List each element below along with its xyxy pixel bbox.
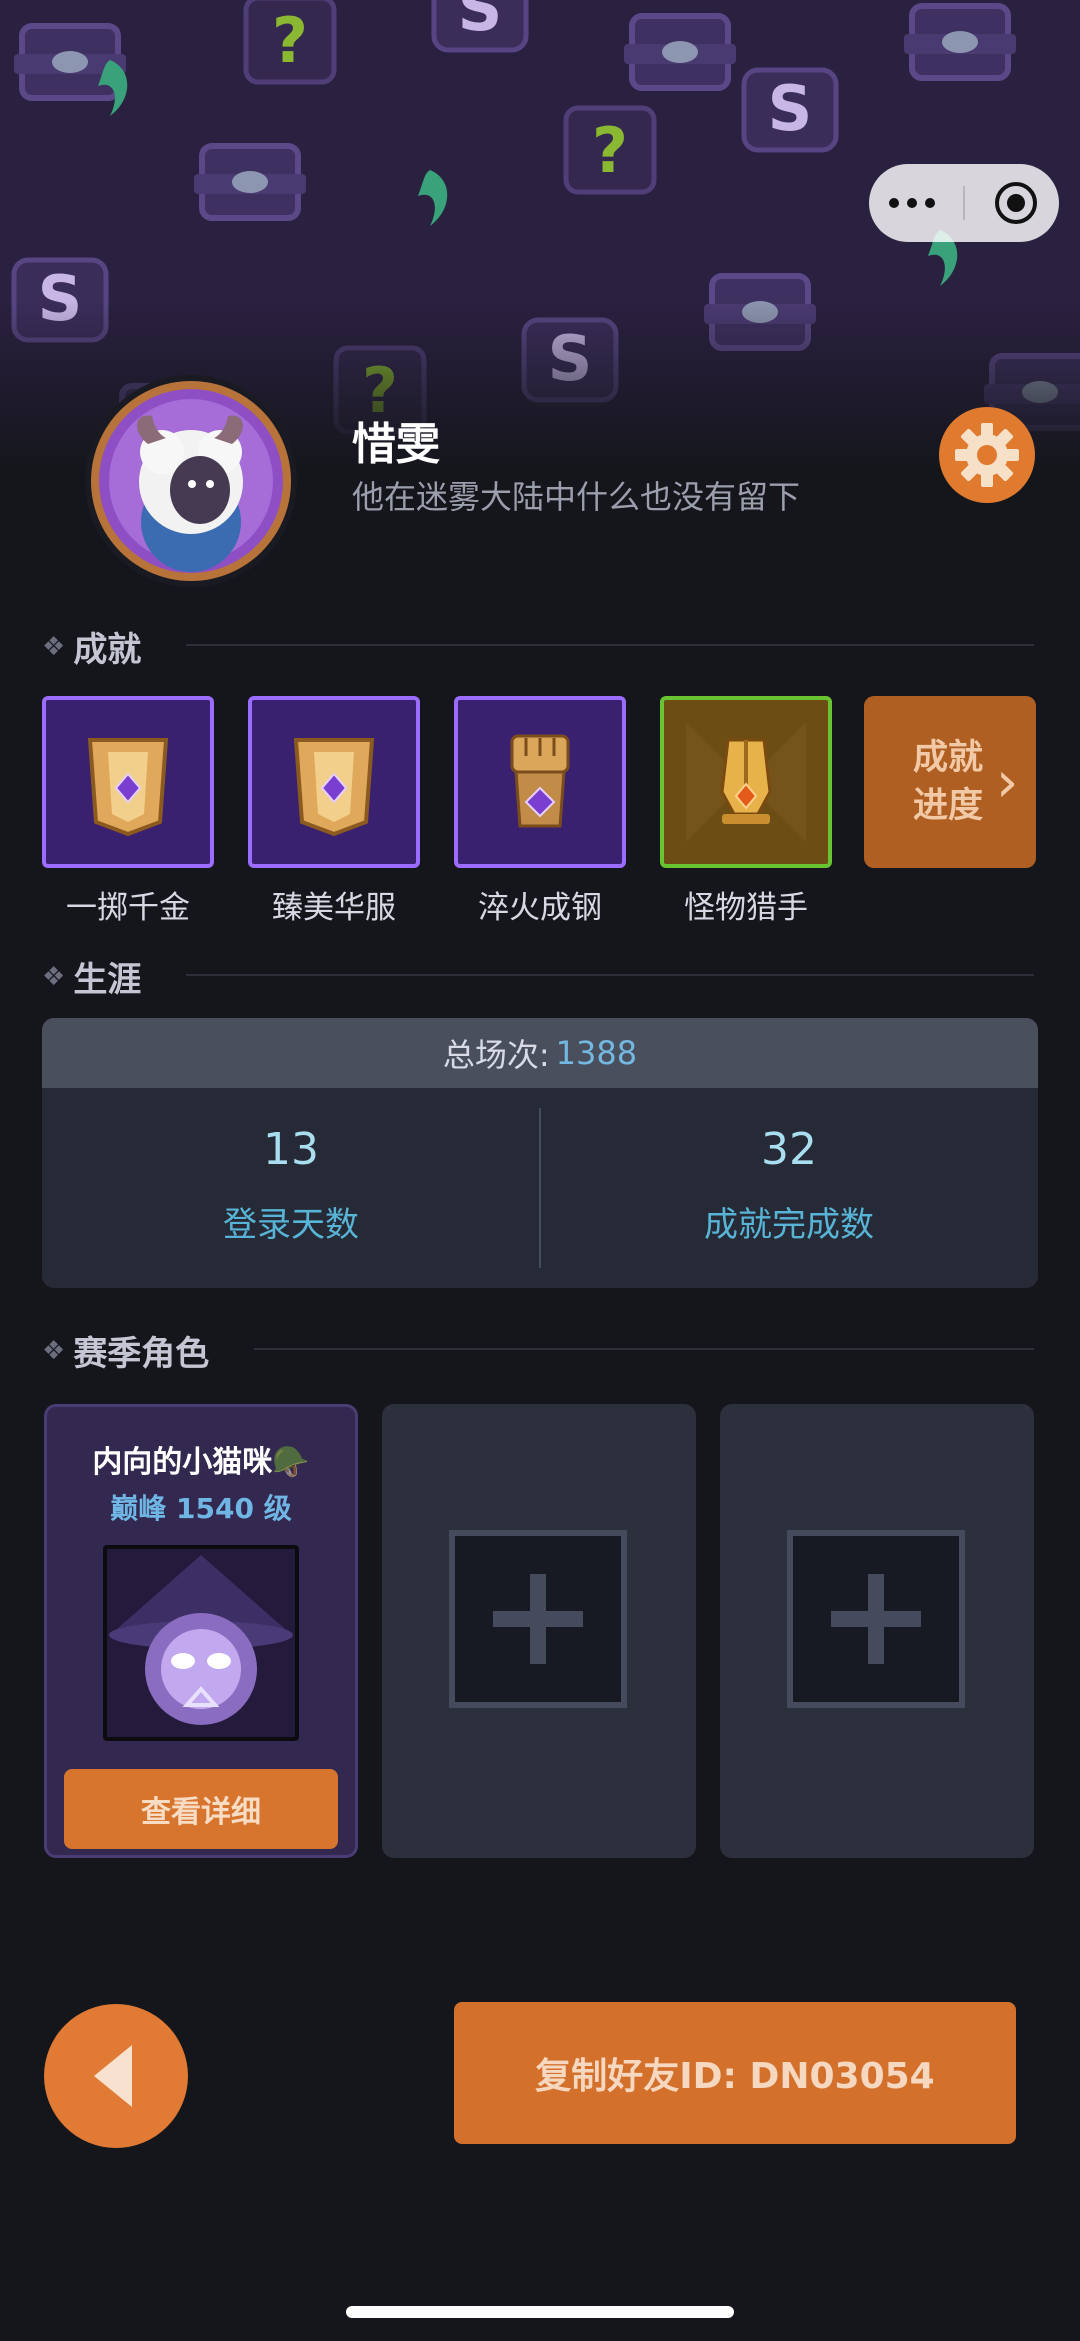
- back-arrow-icon: [94, 2045, 132, 2107]
- achievement-label: 淬火成钢: [478, 890, 602, 926]
- divider: [186, 644, 1034, 646]
- profile-name: 惜雯: [352, 419, 440, 470]
- diamond-icon: ❖: [42, 1335, 66, 1366]
- stat-login-days: 13 登录天数: [42, 1088, 540, 1246]
- achievement-item[interactable]: 怪物猎手: [660, 696, 832, 927]
- back-button[interactable]: [44, 2004, 188, 2148]
- career-stats-card: 总场次: 1388 13 登录天数 32 成就完成数: [42, 1018, 1038, 1288]
- diamond-icon: ❖: [42, 961, 66, 992]
- copy-friend-id-button[interactable]: 复制好友ID: DN03054: [454, 2002, 1016, 2144]
- empty-role-slot[interactable]: [720, 1404, 1034, 1858]
- achievement-item[interactable]: 淬火成钢: [454, 696, 626, 927]
- achievement-item[interactable]: 臻美华服: [248, 696, 420, 927]
- section-title: 赛季角色: [73, 1334, 210, 1374]
- stat-value: 32: [761, 1124, 817, 1175]
- plus-icon: [787, 1530, 965, 1708]
- view-details-button[interactable]: 查看详细: [64, 1769, 338, 1849]
- raised-fist-icon: [454, 696, 626, 868]
- achievement-progress-button[interactable]: 成就 进度 ›: [864, 696, 1036, 868]
- mini-program-capsule: [869, 164, 1059, 242]
- stat-achievements-completed: 32 成就完成数: [540, 1088, 1038, 1246]
- progress-label-line2: 进度: [912, 786, 983, 826]
- section-header-achievements: ❖ 成就: [42, 622, 141, 671]
- achievement-label: 怪物猎手: [684, 890, 808, 926]
- section-title: 成就: [73, 630, 142, 670]
- capsule-divider: [963, 186, 965, 220]
- role-level: 巅峰 1540 级: [110, 1492, 292, 1525]
- plus-icon: [449, 1530, 627, 1708]
- gear-icon[interactable]: [938, 406, 1036, 504]
- role-portrait: [103, 1545, 299, 1741]
- chevron-right-icon: ›: [996, 749, 1019, 815]
- stat-label: 成就完成数: [704, 1205, 874, 1245]
- stat-value: 13: [263, 1124, 319, 1175]
- role-name: 内向的小猫咪🪖: [92, 1445, 310, 1480]
- empty-role-slot[interactable]: [382, 1404, 696, 1858]
- home-indicator: [346, 2306, 734, 2318]
- stat-label: 登录天数: [223, 1205, 359, 1245]
- golden-banner-icon: [248, 696, 420, 868]
- more-dots-icon[interactable]: [877, 173, 947, 233]
- total-matches-label: 总场次:: [442, 1036, 550, 1074]
- achievement-label: 一掷千金: [66, 890, 190, 926]
- achievement-label: 臻美华服: [272, 890, 396, 926]
- section-title: 生涯: [73, 960, 142, 1000]
- golden-banner-icon: [42, 696, 214, 868]
- achievement-item[interactable]: 一掷千金: [42, 696, 214, 927]
- total-matches-value: 1388: [555, 1034, 638, 1072]
- section-header-season-roles: ❖ 赛季角色: [42, 1326, 209, 1375]
- golden-helmet-icon: [660, 696, 832, 868]
- mini-program-close-icon[interactable]: [981, 173, 1051, 233]
- divider: [186, 974, 1034, 976]
- diamond-icon: ❖: [42, 631, 66, 662]
- divider: [254, 1348, 1034, 1350]
- profile-bio: 他在迷雾大陆中什么也没有留下: [352, 478, 801, 516]
- section-header-career: ❖ 生涯: [42, 952, 141, 1001]
- progress-label-line1: 成就: [912, 738, 983, 778]
- role-card[interactable]: 内向的小猫咪🪖 巅峰 1540 级 查看详细: [44, 1404, 358, 1858]
- avatar[interactable]: [82, 372, 300, 590]
- total-matches: 总场次: 1388: [42, 1018, 1038, 1088]
